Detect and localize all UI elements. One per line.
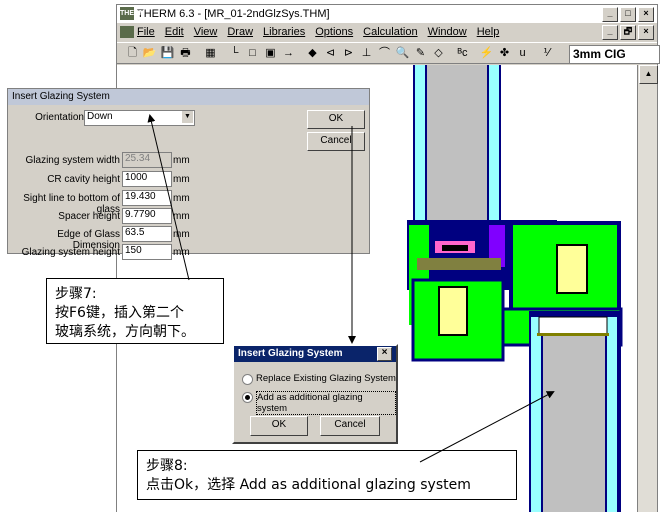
arrow-to-glazing	[419, 391, 555, 463]
annotation-arrows	[147, 114, 555, 463]
arrow-to-orientation	[147, 114, 190, 281]
